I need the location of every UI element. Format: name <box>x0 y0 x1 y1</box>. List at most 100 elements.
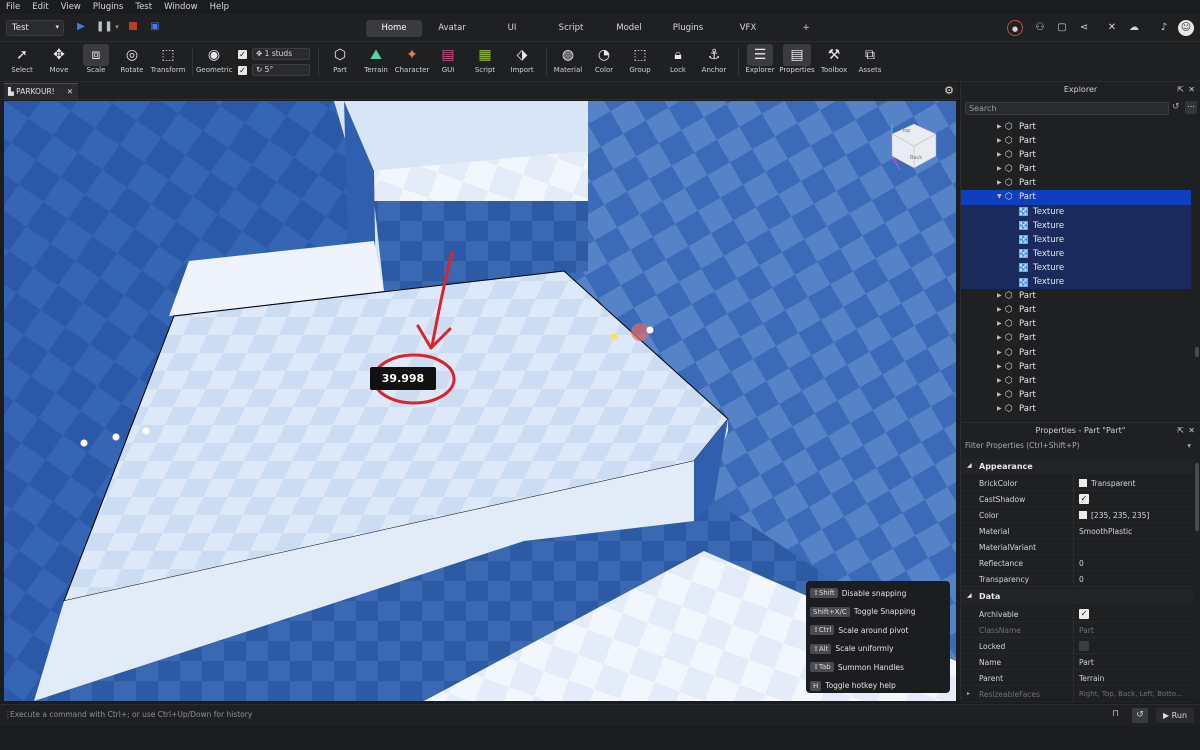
expand-arrow-icon[interactable]: ▶ <box>997 134 1002 148</box>
tree-item-part[interactable]: ▶ ⬡ Part <box>961 120 1191 134</box>
lock-tool[interactable]: 🔒︎ Lock <box>660 44 696 80</box>
move-snap-input[interactable]: ✥ 1 studs <box>252 48 310 60</box>
play-icon[interactable]: ▶ <box>74 20 88 34</box>
close-icon[interactable]: ✕ <box>1188 82 1195 98</box>
group-tool[interactable]: ⬚ Group <box>622 44 658 80</box>
tree-item-part[interactable]: ▶ ⬡ Part <box>961 162 1191 176</box>
tree-item-texture[interactable]: Texture <box>961 260 1191 276</box>
scale-tool[interactable]: ⧈ Scale <box>78 44 114 80</box>
mode-select[interactable]: Test ▾ <box>6 20 64 36</box>
gear-icon[interactable]: ⚙ <box>944 84 954 97</box>
property-archivable[interactable]: Archivable ✓ <box>961 606 1193 622</box>
tree-item-part[interactable]: ▶ ⬡ Part <box>961 346 1191 360</box>
menu-test[interactable]: Test <box>135 2 152 12</box>
property-resizeablefaces[interactable]: ▸ ResizeableFaces Right, Top, Back, Left, … <box>961 686 1193 702</box>
close-icon[interactable]: ✕ <box>1188 423 1195 439</box>
part-tool[interactable]: ⬡ Part <box>322 44 358 80</box>
move-tool[interactable]: ✥ Move <box>41 44 77 80</box>
property-name[interactable]: Name Part <box>961 654 1193 670</box>
expand-arrow-icon[interactable]: ▶ <box>997 303 1002 317</box>
tree-item-part[interactable]: ▶ ⬡ Part <box>961 176 1191 190</box>
menu-help[interactable]: Help <box>210 2 229 12</box>
expand-arrow-icon[interactable]: ▶ <box>997 289 1002 303</box>
tree-item-texture[interactable]: Texture <box>961 218 1191 233</box>
property-materialvariant[interactable]: MaterialVariant <box>961 539 1193 555</box>
tab-avatar[interactable]: Avatar <box>430 20 474 37</box>
command-input[interactable]: Execute a command with Ctrl+; or use Ctr… <box>10 710 1100 719</box>
rotate-snap-checkbox[interactable]: ✓ <box>238 66 247 75</box>
archivable-checkbox[interactable]: ✓ <box>1079 609 1089 619</box>
view-cube[interactable] <box>888 121 940 173</box>
tree-item-part[interactable]: ▶ ⬡ Part <box>961 360 1191 374</box>
tree-item-texture[interactable]: Texture <box>961 275 1191 290</box>
tree-item-part[interactable]: ▼ ⬡ Part <box>961 190 1191 205</box>
locked-checkbox[interactable] <box>1079 641 1089 651</box>
property-material[interactable]: Material SmoothPlastic <box>961 523 1193 539</box>
cloud-icon[interactable]: ☁ <box>1126 20 1142 36</box>
history-icon[interactable]: ↺ <box>1172 102 1180 112</box>
explorer-tool[interactable]: ☰ Explorer <box>742 44 778 80</box>
expand-arrow-icon[interactable]: ▶ <box>997 176 1002 190</box>
tree-item-part[interactable]: ▶ ⬡ Part <box>961 148 1191 162</box>
float-panel-icon[interactable]: ⇱ <box>1177 82 1184 98</box>
filter-properties-input[interactable]: Filter Properties (Ctrl+Shift+P) ▾ <box>965 441 1191 453</box>
menu-plugins[interactable]: Plugins <box>93 2 123 12</box>
property-color[interactable]: Color [235, 235, 235] <box>961 507 1193 523</box>
tree-item-part[interactable]: ▶ ⬡ Part <box>961 317 1191 331</box>
appearance-section-header[interactable]: ◢ Appearance <box>961 459 1193 474</box>
assets-tool[interactable]: ⧉ Assets <box>852 44 888 80</box>
data-section-header[interactable]: ◢ Data <box>961 589 1193 604</box>
tab-plugins[interactable]: Plugins <box>666 20 710 37</box>
expand-arrow-icon[interactable]: ▶ <box>997 120 1002 134</box>
rotate-tool[interactable]: ◎ Rotate <box>114 44 150 80</box>
add-tab-button[interactable]: + <box>798 20 814 37</box>
more-options-icon[interactable]: ⋯ <box>1185 101 1197 114</box>
tab-model[interactable]: Model <box>608 20 650 37</box>
run-button[interactable]: ▶ Run <box>1156 708 1194 723</box>
expand-arrow-icon[interactable]: ▶ <box>997 162 1002 176</box>
tree-item-texture[interactable]: Texture <box>961 204 1191 219</box>
expand-arrow-icon[interactable]: ▶ <box>997 374 1002 388</box>
stop-icon[interactable] <box>126 20 140 34</box>
collaborate-icon[interactable]: ✕ <box>1104 20 1120 36</box>
expand-arrow-icon[interactable]: ▶ <box>997 360 1002 374</box>
chevron-down-icon[interactable]: ▾ <box>110 20 124 34</box>
tree-item-part[interactable]: ▶ ⬡ Part <box>961 388 1191 402</box>
tree-item-texture[interactable]: Texture <box>961 246 1191 261</box>
share-icon[interactable]: ⋖ <box>1076 20 1092 36</box>
properties-scrollbar[interactable] <box>1195 463 1199 531</box>
menu-file[interactable]: File <box>6 2 20 12</box>
explorer-scrollbar[interactable] <box>1195 347 1199 357</box>
expand-arrow-icon[interactable]: ▶ <box>997 346 1002 360</box>
property-locked[interactable]: Locked <box>961 638 1193 654</box>
property-transparency[interactable]: Transparency 0 <box>961 571 1193 587</box>
explorer-search-input[interactable]: Search <box>965 102 1169 115</box>
collapse-arrow-icon[interactable]: ▼ <box>997 190 1002 204</box>
property-reflectance[interactable]: Reflectance 0 <box>961 555 1193 571</box>
add-friend-icon[interactable]: ⚇ <box>1032 20 1048 36</box>
expand-arrow-icon[interactable]: ▶ <box>997 317 1002 331</box>
notification-bell-icon[interactable]: ♪ <box>1156 20 1172 36</box>
pause-icon[interactable]: ❚❚ <box>96 20 113 34</box>
transform-tool[interactable]: ⬚ Transform <box>150 44 186 80</box>
history-icon[interactable]: ↺ <box>1132 708 1148 723</box>
terrain-tool[interactable]: ⛰ Terrain <box>358 44 394 80</box>
tree-item-texture[interactable]: Texture <box>961 232 1191 247</box>
chat-icon[interactable]: ▢ <box>1054 20 1070 36</box>
property-castshadow[interactable]: CastShadow ✓ <box>961 491 1193 507</box>
tree-item-part[interactable]: ▶ ⬡ Part <box>961 402 1191 416</box>
script-tool[interactable]: ▦ Script <box>467 44 503 80</box>
properties-tool[interactable]: ▤ Properties <box>778 44 816 80</box>
material-tool[interactable]: ◍ Material <box>550 44 586 80</box>
close-icon[interactable]: ✕ <box>67 87 73 96</box>
move-snap-checkbox[interactable]: ✓ <box>238 50 247 59</box>
menu-window[interactable]: Window <box>164 2 198 12</box>
import-tool[interactable]: ⬗ Import <box>504 44 540 80</box>
expand-arrow-icon[interactable]: ▶ <box>997 331 1002 345</box>
select-tool[interactable]: ➚ Select <box>4 44 40 80</box>
avatar[interactable]: ☺ <box>1178 20 1194 36</box>
tab-home[interactable]: Home <box>366 20 422 37</box>
geometric-tool[interactable]: ◉ Geometric <box>196 44 233 80</box>
client-server-icon[interactable]: ▣ <box>148 20 162 34</box>
property-parent[interactable]: Parent Terrain <box>961 670 1193 686</box>
